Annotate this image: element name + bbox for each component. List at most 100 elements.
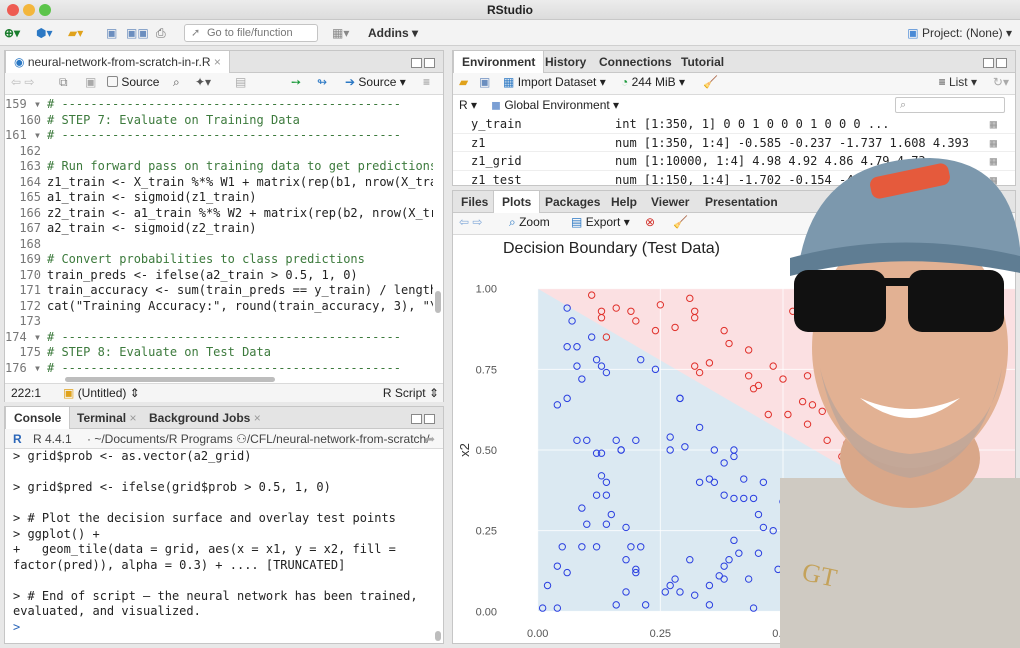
- tab-terminal[interactable]: Terminal ×: [69, 407, 144, 429]
- editor-minmax[interactable]: [409, 57, 437, 68]
- notebook-icon[interactable]: ▤: [235, 73, 246, 91]
- broom-icon[interactable]: 🧹: [703, 73, 718, 91]
- project-icon: ▣: [907, 26, 919, 40]
- import-dataset-menu[interactable]: ▦ Import Dataset ▾: [503, 73, 606, 91]
- code-line[interactable]: 170 train_preds <- ifelse(a2_train > 0.5,…: [5, 268, 433, 284]
- code-line[interactable]: 167 a2_train <- sigmoid(z2_train): [5, 221, 433, 237]
- close-tab-icon[interactable]: ×: [129, 411, 136, 425]
- line-number: 169: [19, 252, 41, 266]
- previous-plot-icon[interactable]: ⇦ ⇨: [459, 213, 482, 231]
- rerun-icon[interactable]: ↬: [317, 73, 327, 91]
- editor-file-tab[interactable]: ◉ neural-network-from-scratch-in-r.R ×: [5, 51, 230, 74]
- code-line[interactable]: 175 # STEP 8: Evaluate on Test Data: [5, 345, 433, 361]
- memory-usage[interactable]: ◔ 244 MiB ▾: [621, 73, 685, 91]
- refresh-icon[interactable]: ↻▾: [993, 73, 1009, 91]
- export-menu[interactable]: ▤ Export ▾: [571, 213, 630, 231]
- pane-layout-icon[interactable]: ▦▾: [332, 24, 349, 42]
- code-line[interactable]: 172 cat("Training Accuracy:", round(train…: [5, 299, 433, 315]
- tab-background-jobs[interactable]: Background Jobs ×: [141, 407, 269, 429]
- code-line[interactable]: 163 # Run forward pass on training data t…: [5, 159, 433, 175]
- view-mode-menu[interactable]: ≡ List ▾: [939, 73, 977, 91]
- tab-presentation[interactable]: Presentation: [697, 191, 786, 213]
- editor-vscroll[interactable]: [435, 291, 441, 313]
- code-line[interactable]: 168: [5, 237, 433, 253]
- save-all-icon[interactable]: ▣▣: [126, 24, 149, 42]
- print-icon[interactable]: ⎙: [156, 24, 166, 42]
- zoom-label: Zoom: [519, 215, 550, 229]
- close-tab-icon[interactable]: ×: [214, 55, 221, 69]
- magic-wand-icon[interactable]: ✦▾: [195, 73, 211, 91]
- filetype-menu[interactable]: R Script ⇕: [383, 384, 439, 402]
- clear-plots-icon[interactable]: 🧹: [673, 213, 688, 231]
- save-icon[interactable]: ▣: [106, 24, 117, 42]
- remove-plot-icon[interactable]: ⊗: [645, 213, 655, 231]
- console-vscroll[interactable]: [435, 631, 441, 641]
- tab-environment[interactable]: Environment: [453, 51, 545, 74]
- editor-hscroll[interactable]: [65, 377, 275, 382]
- tab-viewer[interactable]: Viewer: [643, 191, 697, 213]
- outline-icon[interactable]: ≡: [423, 73, 430, 91]
- save-file-icon[interactable]: ▣: [85, 73, 96, 91]
- code-editor[interactable]: 159 ▾ # ---------------------------------…: [5, 97, 433, 377]
- environment-search-input[interactable]: ⌕: [895, 97, 1005, 113]
- project-menu[interactable]: ▣ Project: (None) ▾: [907, 24, 1012, 42]
- working-dir-path[interactable]: · ~/Documents/R Programs ⚇/CFL/neural-ne…: [87, 429, 430, 448]
- code-line[interactable]: 171 train_accuracy <- sum(train_preds == …: [5, 283, 433, 299]
- tab-packages[interactable]: Packages: [537, 191, 608, 213]
- tab-connections[interactable]: Connections: [591, 51, 680, 73]
- zoom-window-button[interactable]: [39, 4, 51, 16]
- code-line[interactable]: 169 # Convert probabilities to class pred…: [5, 252, 433, 268]
- tab-history[interactable]: History: [537, 51, 594, 73]
- console-line: + geom_tile(data = grid, aes(x = x1, y =…: [13, 542, 404, 572]
- addins-menu[interactable]: Addins ▾: [368, 24, 418, 42]
- window-titlebar: RStudio: [0, 0, 1020, 20]
- code-line[interactable]: 164 z1_train <- X_train %*% W1 + matrix(r…: [5, 175, 433, 191]
- new-project-icon[interactable]: ⬢▾: [36, 24, 53, 42]
- source-on-save-checkbox[interactable]: Source: [107, 73, 159, 91]
- code-line[interactable]: 160 # STEP 7: Evaluate on Training Data: [5, 113, 433, 129]
- line-number: 161 ▾: [5, 128, 42, 142]
- tab-tutorial[interactable]: Tutorial: [673, 51, 732, 73]
- code-line[interactable]: 161 ▾ # ---------------------------------…: [5, 128, 433, 144]
- back-arrow-icon[interactable]: ⇦ ⇨: [11, 73, 34, 91]
- code-line[interactable]: 176 ▾ # ---------------------------------…: [5, 361, 433, 377]
- code-line[interactable]: 173: [5, 314, 433, 330]
- tab-help[interactable]: Help: [603, 191, 645, 213]
- variable-value: int [1:350, 1] 0 0 1 0 0 0 1 0 0 0 ...: [615, 117, 890, 131]
- language-menu[interactable]: R ▾: [459, 96, 477, 114]
- open-file-icon[interactable]: ▰▾: [68, 24, 83, 42]
- close-tab-icon[interactable]: ×: [254, 411, 261, 425]
- scope-menu[interactable]: ▣ (Untitled) ⇕: [63, 384, 140, 402]
- run-line-icon[interactable]: ➙: [291, 73, 301, 91]
- tab-console[interactable]: Console: [5, 407, 71, 430]
- code-line[interactable]: 174 ▾ # ---------------------------------…: [5, 330, 433, 346]
- tab-plots[interactable]: Plots: [493, 191, 541, 214]
- scope-environment-menu[interactable]: ◼ Global Environment ▾: [491, 96, 619, 114]
- code-line[interactable]: 165 a1_train <- sigmoid(z1_train): [5, 190, 433, 206]
- load-workspace-icon[interactable]: ▰: [459, 73, 468, 91]
- new-file-icon[interactable]: ⊕▾: [4, 24, 20, 42]
- tab-files[interactable]: Files: [453, 191, 496, 213]
- goto-file-input[interactable]: ➚ Go to file/function: [184, 24, 318, 42]
- code-text: # STEP 7: Evaluate on Training Data: [47, 112, 300, 127]
- minimize-window-button[interactable]: [23, 4, 35, 16]
- source-button[interactable]: ➔ Source ▾: [345, 73, 406, 91]
- save-workspace-icon[interactable]: ▣: [479, 73, 490, 91]
- goto-file-placeholder: Go to file/function: [207, 27, 293, 39]
- code-line[interactable]: 159 ▾ # ---------------------------------…: [5, 97, 433, 113]
- console-minmax[interactable]: [409, 413, 437, 424]
- code-line[interactable]: 162: [5, 144, 433, 160]
- console-pane: Console Terminal × Background Jobs × R R…: [4, 406, 444, 644]
- close-window-button[interactable]: [7, 4, 19, 16]
- zoom-button[interactable]: ⌕ Zoom: [509, 213, 550, 231]
- environment-minmax[interactable]: [981, 57, 1009, 68]
- environment-row[interactable]: y_train int [1:350, 1] 0 0 1 0 0 0 1 0 0 …: [453, 115, 1015, 134]
- goto-dir-icon[interactable]: ➦: [425, 429, 435, 448]
- search-icon[interactable]: ⌕: [173, 73, 180, 91]
- y-tick-label: 0.50: [476, 445, 497, 457]
- code-line[interactable]: 166 z2_train <- a1_train %*% W2 + matrix(…: [5, 206, 433, 222]
- show-in-window-icon[interactable]: ⧉: [59, 73, 68, 91]
- r-version-label: R 4.4.1: [33, 432, 72, 446]
- console-output[interactable]: > grid$prob <- as.vector(a2_grid) > grid…: [13, 449, 431, 641]
- view-table-icon[interactable]: ▦: [990, 115, 997, 133]
